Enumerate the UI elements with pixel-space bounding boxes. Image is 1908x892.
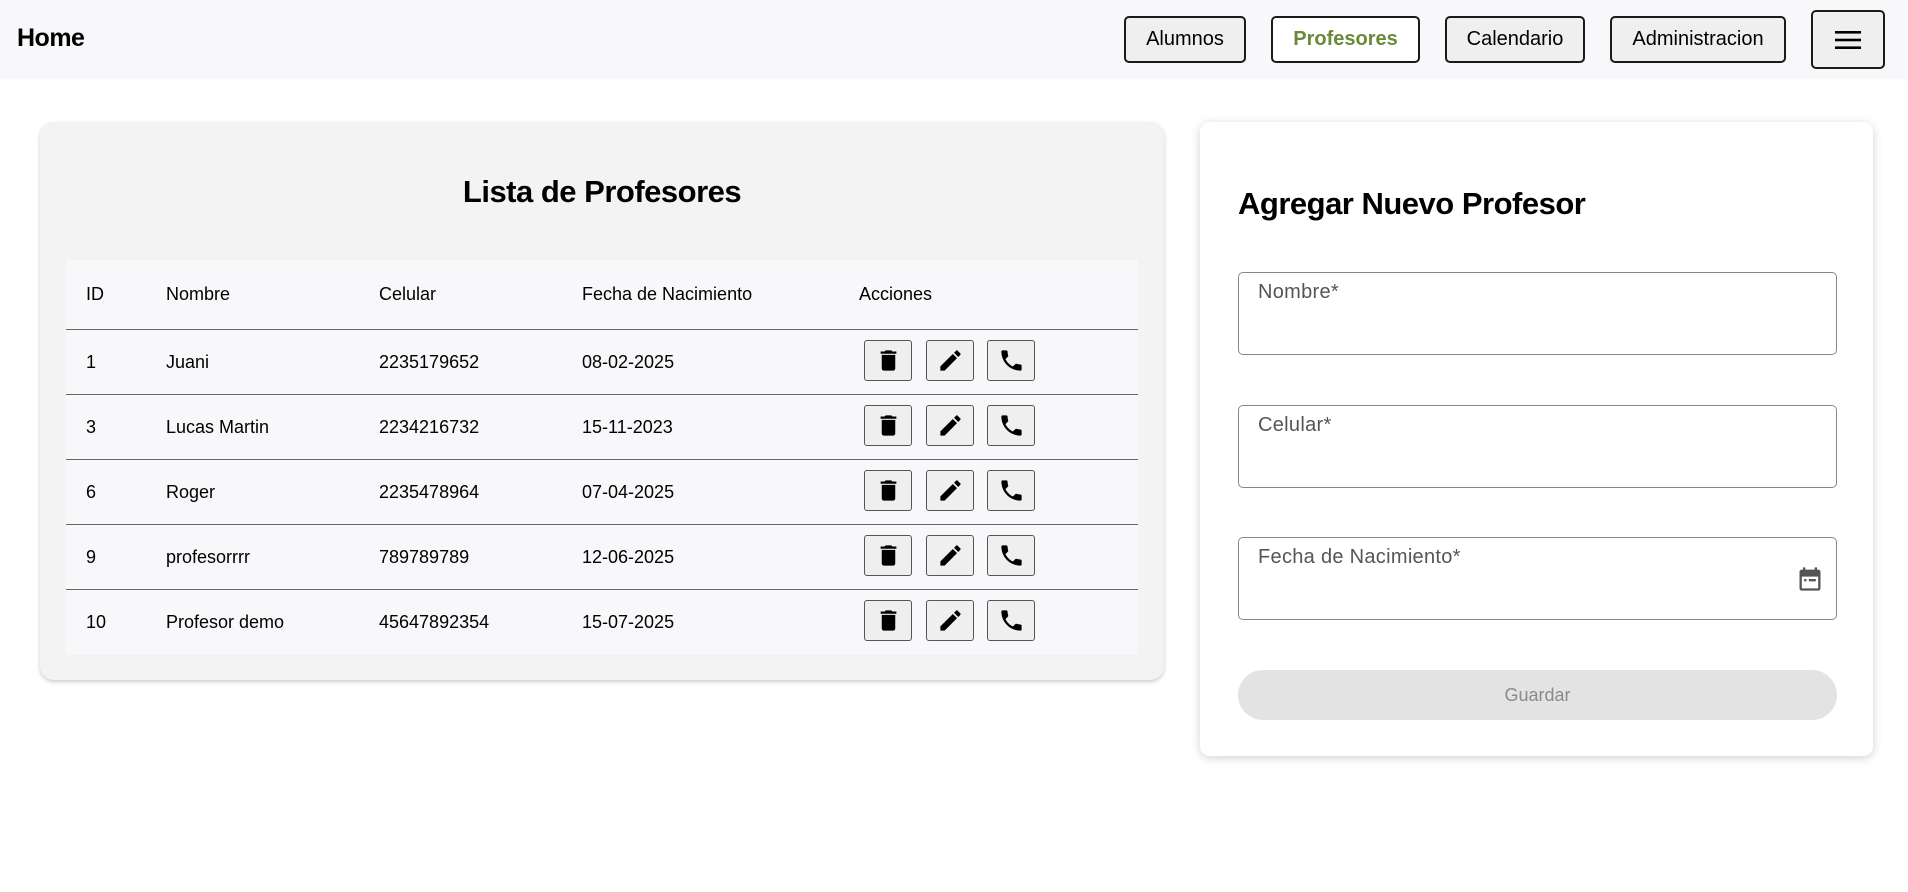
trash-icon bbox=[880, 610, 896, 631]
cell-nombre: Juani bbox=[166, 351, 210, 372]
form-title: Agregar Nuevo Profesor bbox=[1238, 186, 1586, 221]
trash-icon bbox=[880, 350, 896, 371]
teachers-table: ID Nombre Celular Fecha de Nacimiento Ac… bbox=[66, 260, 1138, 655]
cell-celular: 2235478964 bbox=[379, 481, 480, 502]
table-row: 10 Profesor demo 45647892354 15-07-2025 bbox=[66, 590, 1138, 655]
phone-icon bbox=[1000, 350, 1022, 371]
guardar-button[interactable]: Guardar bbox=[1238, 670, 1837, 720]
phone-icon bbox=[1000, 480, 1022, 501]
cell-fecha: 12-06-2025 bbox=[582, 546, 675, 567]
list-title: Lista de Profesores bbox=[462, 174, 742, 209]
cell-id: 6 bbox=[86, 481, 97, 502]
column-header-fecha: Fecha de Nacimiento bbox=[582, 284, 753, 304]
phone-icon bbox=[1000, 610, 1022, 631]
cell-fecha: 15-11-2023 bbox=[582, 416, 673, 437]
column-header-acciones: Acciones bbox=[859, 284, 933, 304]
cell-id: 3 bbox=[86, 416, 97, 437]
cell-celular: 2234216732 bbox=[379, 416, 480, 437]
top-navbar: Home Alumnos Profesores Calendario Admin… bbox=[0, 0, 1908, 79]
cell-nombre: Profesor demo bbox=[166, 612, 285, 632]
home-link[interactable]: Home bbox=[17, 24, 85, 53]
cell-id: 9 bbox=[86, 546, 97, 567]
nombre-field[interactable]: Nombre* bbox=[1238, 272, 1837, 355]
celular-label: Celular* bbox=[1258, 414, 1332, 436]
call-button[interactable] bbox=[987, 535, 1035, 576]
phone-icon bbox=[1000, 415, 1022, 436]
cell-fecha: 15-07-2025 bbox=[582, 612, 675, 632]
delete-button[interactable] bbox=[864, 405, 912, 446]
nav-administracion-button[interactable]: Administracion bbox=[1610, 16, 1786, 63]
edit-button[interactable] bbox=[926, 600, 974, 641]
trash-icon bbox=[880, 480, 896, 501]
call-button[interactable] bbox=[987, 405, 1035, 446]
table-header: ID Nombre Celular Fecha de Nacimiento Ac… bbox=[66, 260, 1138, 330]
fecha-nacimiento-field[interactable]: Fecha de Nacimiento* bbox=[1238, 537, 1837, 620]
nav-alumnos-button[interactable]: Alumnos bbox=[1124, 16, 1246, 63]
cell-nombre: Roger bbox=[166, 481, 216, 502]
delete-button[interactable] bbox=[864, 600, 912, 641]
delete-button[interactable] bbox=[864, 340, 912, 381]
column-header-id: ID bbox=[86, 284, 104, 304]
cell-nombre: profesorrrr bbox=[166, 546, 251, 567]
call-button[interactable] bbox=[987, 470, 1035, 511]
table-row: 3 Lucas Martin 2234216732 15-11-2023 bbox=[66, 395, 1138, 460]
column-header-nombre: Nombre bbox=[166, 284, 231, 304]
add-teacher-form: Agregar Nuevo Profesor Nombre* Celular* … bbox=[1200, 122, 1873, 756]
cell-celular: 2235179652 bbox=[379, 351, 480, 372]
edit-button[interactable] bbox=[926, 535, 974, 576]
nav-profesores-button[interactable]: Profesores bbox=[1271, 16, 1420, 63]
trash-icon bbox=[880, 415, 896, 436]
cell-nombre: Lucas Martin bbox=[166, 416, 270, 437]
hamburger-icon bbox=[1835, 30, 1861, 49]
calendar-icon[interactable] bbox=[1796, 565, 1824, 593]
pencil-icon bbox=[939, 610, 961, 631]
call-button[interactable] bbox=[987, 340, 1035, 381]
pencil-icon bbox=[939, 480, 961, 501]
fecha-nacimiento-label: Fecha de Nacimiento* bbox=[1258, 546, 1461, 568]
edit-button[interactable] bbox=[926, 405, 974, 446]
celular-field[interactable]: Celular* bbox=[1238, 405, 1837, 488]
nombre-label: Nombre* bbox=[1258, 281, 1340, 303]
call-button[interactable] bbox=[987, 600, 1035, 641]
table-row: 9 profesorrrr 789789789 12-06-2025 bbox=[66, 525, 1138, 590]
phone-icon bbox=[1000, 545, 1022, 566]
teachers-list-card: Lista de Profesores ID Nombre Celular Fe… bbox=[40, 122, 1164, 680]
cell-id: 1 bbox=[86, 351, 97, 372]
delete-button[interactable] bbox=[864, 535, 912, 576]
cell-fecha: 07-04-2025 bbox=[582, 481, 675, 502]
menu-button[interactable] bbox=[1811, 10, 1885, 69]
pencil-icon bbox=[939, 545, 961, 566]
cell-id: 10 bbox=[86, 612, 107, 632]
edit-button[interactable] bbox=[926, 340, 974, 381]
cell-fecha: 08-02-2025 bbox=[582, 351, 675, 372]
table-row: 6 Roger 2235478964 07-04-2025 bbox=[66, 460, 1138, 525]
edit-button[interactable] bbox=[926, 470, 974, 511]
table-row: 1 Juani 2235179652 08-02-2025 bbox=[66, 330, 1138, 395]
cell-celular: 45647892354 bbox=[379, 612, 490, 632]
cell-celular: 789789789 bbox=[379, 546, 470, 567]
nav-calendario-button[interactable]: Calendario bbox=[1445, 16, 1585, 63]
trash-icon bbox=[880, 545, 896, 566]
pencil-icon bbox=[939, 415, 961, 436]
pencil-icon bbox=[939, 350, 961, 371]
delete-button[interactable] bbox=[864, 470, 912, 511]
column-header-celular: Celular bbox=[379, 284, 437, 304]
